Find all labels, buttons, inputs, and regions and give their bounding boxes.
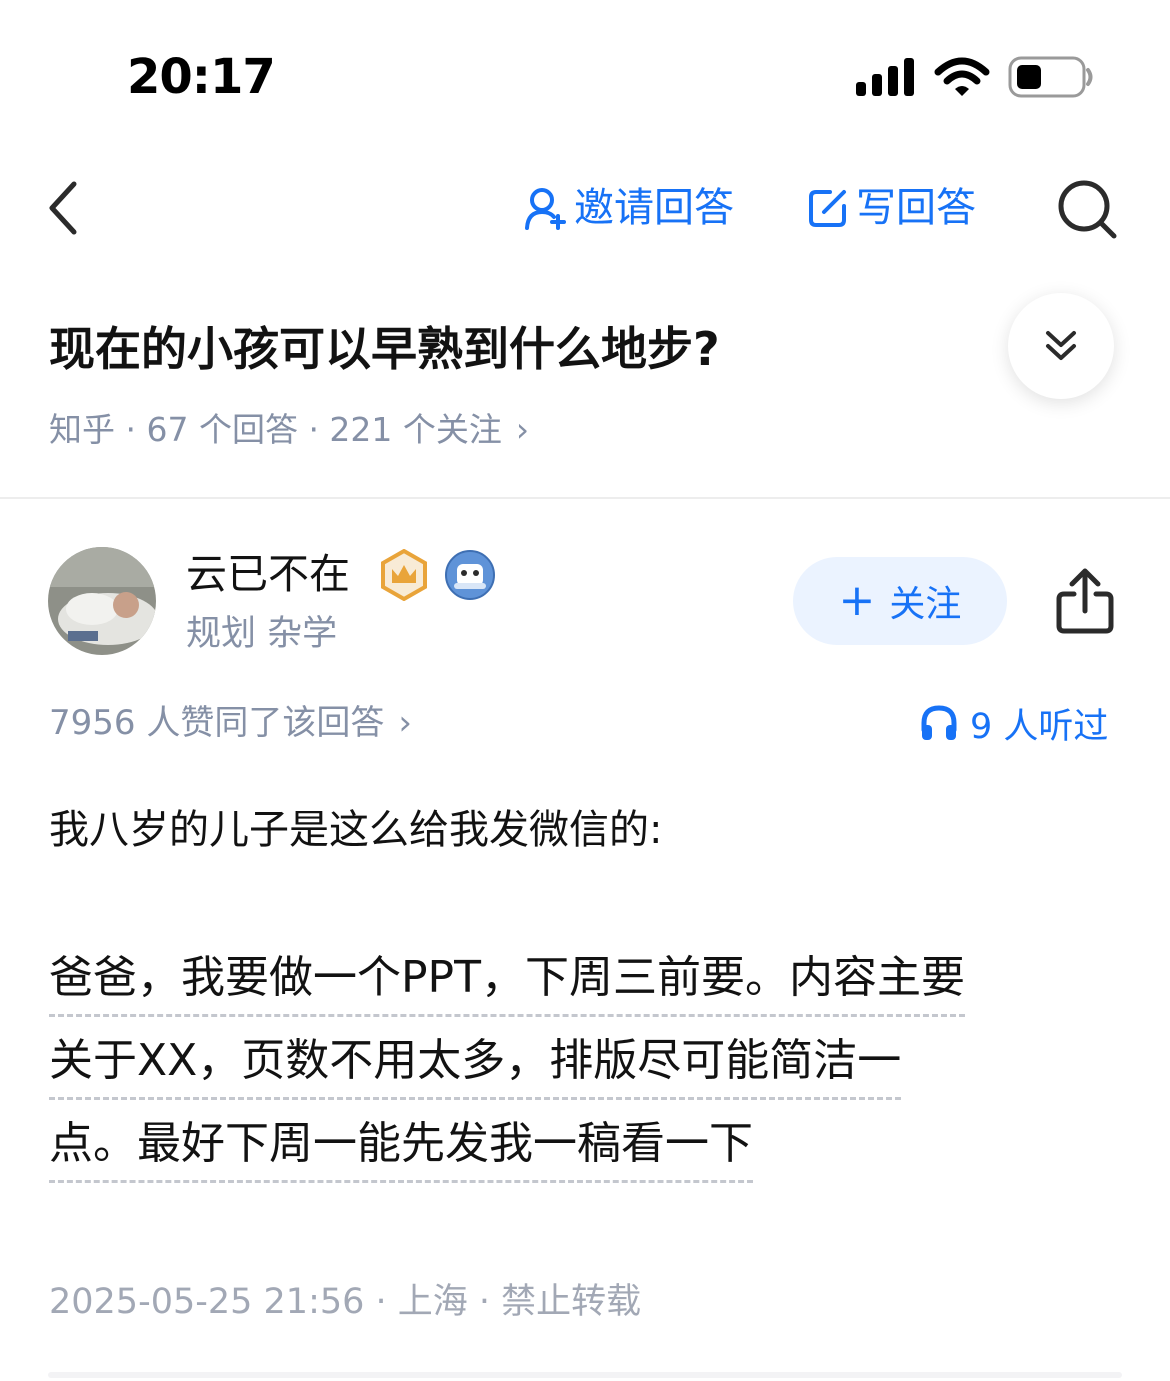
mascot-badge-icon[interactable]	[444, 549, 496, 601]
status-time: 20:17	[127, 49, 276, 105]
edit-icon	[809, 190, 846, 227]
question-meta-text: 知乎 · 67 个回答 · 221 个关注	[49, 410, 502, 449]
follow-label: 关注	[889, 584, 962, 625]
answer-quote-line: 爸爸，我要做一个PPT，下周三前要。内容主要	[49, 950, 965, 1017]
invite-answer-label: 邀请回答	[574, 185, 734, 231]
write-answer-button[interactable]: 写回答	[806, 182, 976, 234]
avatar[interactable]	[48, 547, 156, 655]
follow-button[interactable]: + 关注	[793, 557, 1007, 645]
answer-paragraph: 我八岁的儿子是这么给我发微信的:	[49, 807, 663, 853]
wifi-icon	[934, 57, 990, 96]
chevron-right-icon: ›	[515, 410, 530, 449]
answer-likes[interactable]: 7956 人赞同了该回答 ›	[49, 698, 412, 748]
listen-count: 9 人听过	[970, 706, 1109, 747]
listen-button[interactable]: 9 人听过	[920, 698, 1108, 748]
likes-text: 7956 人赞同了该回答	[49, 703, 385, 743]
question-meta[interactable]: 知乎 · 67 个回答 · 221 个关注 ›	[49, 406, 529, 454]
battery-icon	[1008, 56, 1093, 98]
author-tagline: 规划 杂学	[186, 614, 338, 654]
invite-user-icon	[525, 188, 566, 230]
answer-quote-line: 关于XX，页数不用太多，排版尽可能简洁一	[49, 1033, 902, 1100]
back-arrow-icon[interactable]	[44, 178, 84, 238]
headphones-icon	[921, 705, 957, 740]
signal-icon	[856, 58, 914, 96]
answer-footer: 2025-05-25 21:56 · 上海 · 禁止转载	[49, 1282, 642, 1322]
share-icon[interactable]	[1054, 566, 1116, 636]
crown-badge-icon[interactable]	[378, 549, 430, 601]
answer-quote-line: 点。最好下周一能先发我一稿看一下	[49, 1116, 753, 1183]
collapse-button[interactable]	[1008, 293, 1114, 399]
bottom-divider	[48, 1372, 1122, 1378]
invite-answer-button[interactable]: 邀请回答	[524, 182, 734, 234]
write-answer-label: 写回答	[856, 185, 976, 231]
collapse-chevrons-icon	[1046, 331, 1076, 360]
plus-icon: +	[838, 575, 876, 626]
search-icon[interactable]	[1056, 178, 1118, 240]
section-divider	[0, 497, 1170, 499]
question-title[interactable]: 现在的小孩可以早熟到什么地步?	[49, 318, 720, 380]
answer-quote: 爸爸，我要做一个PPT，下周三前要。内容主要 关于XX，页数不用太多，排版尽可能…	[49, 950, 1124, 1199]
author-name[interactable]: 云已不在	[186, 545, 350, 603]
chevron-right-icon: ›	[398, 703, 412, 743]
